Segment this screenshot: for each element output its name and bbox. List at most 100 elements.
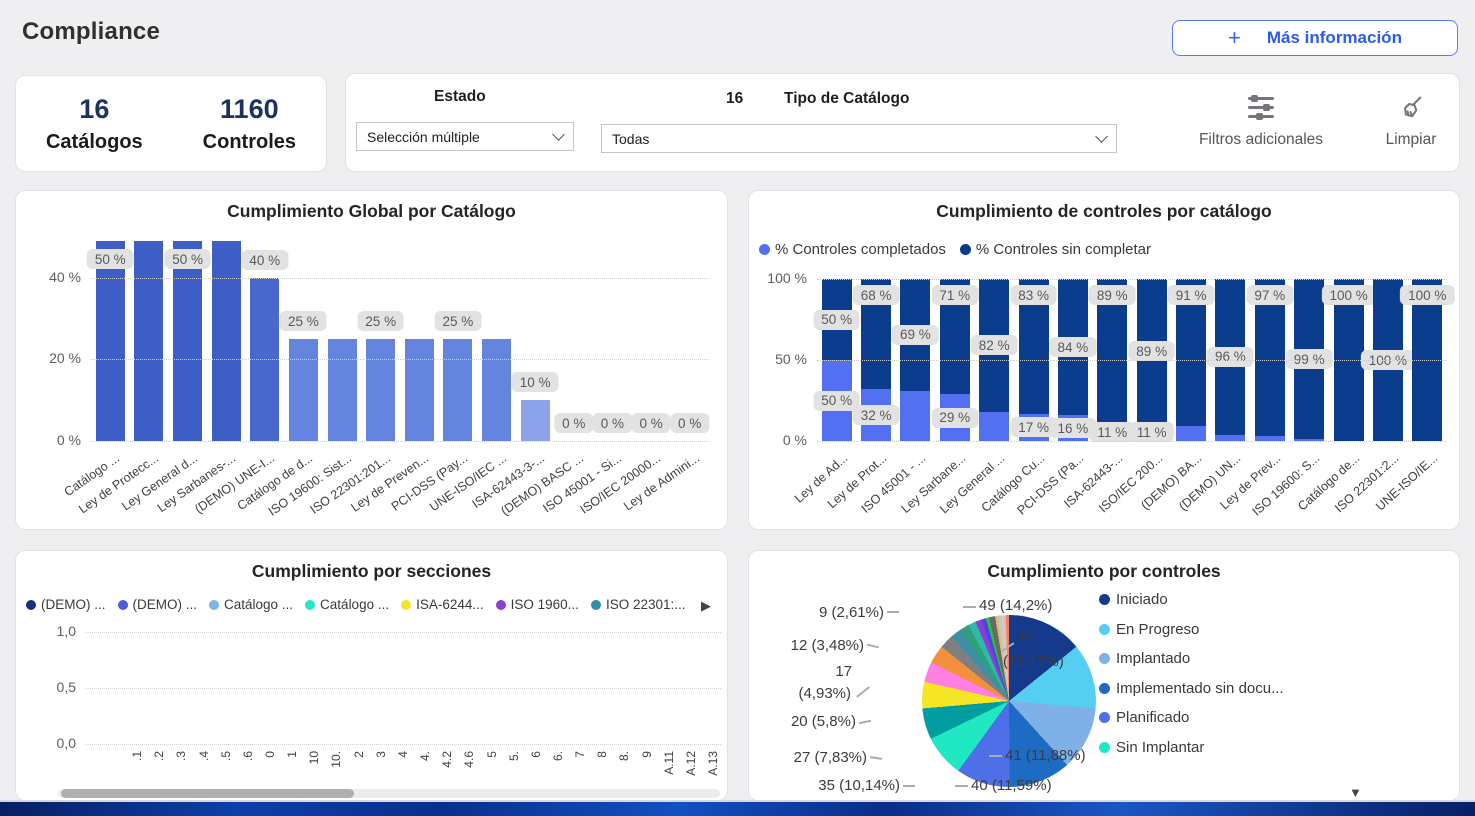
legend-item-5[interactable]: ISO 1960... — [496, 597, 579, 612]
legend-item-1[interactable]: En Progreso — [1099, 621, 1199, 638]
filter-panel: Estado Selección múltiple 16 Tipo de Cat… — [345, 73, 1460, 172]
limpiar-button[interactable]: Limpiar — [1371, 94, 1451, 149]
pie-callout-label: 20 (5,8%) — [766, 713, 856, 730]
legend-item-1[interactable]: % Controles sin completar — [960, 241, 1151, 258]
chart1-gridline — [91, 441, 709, 442]
pie-callout-label: 9 (2,61%) — [774, 604, 884, 621]
filtros-adicionales-button[interactable]: Filtros adicionales — [1186, 94, 1336, 149]
chart1-gridline — [91, 278, 709, 279]
legend-item-1[interactable]: (DEMO) ... — [118, 597, 198, 612]
legend-item-0[interactable]: Iniciado — [1099, 591, 1168, 608]
legend-label: Catálogo ... — [320, 597, 389, 612]
estado-dropdown-value: Selección múltiple — [367, 129, 480, 145]
data-label: 0 % — [593, 413, 632, 433]
more-info-label: Más información — [1267, 28, 1402, 48]
pie-leader-line — [856, 686, 870, 697]
legend-label: ISA-6244... — [416, 597, 484, 612]
kpi-catalogos: 16 Catálogos — [46, 94, 143, 154]
x-tick-label: 4.2 — [440, 751, 454, 768]
legend-label: Implementado sin docu... — [1116, 680, 1284, 697]
pie-callout-label: (4,93%) — [761, 685, 851, 702]
bar-11[interactable] — [521, 400, 550, 441]
x-tick-label: 7 — [573, 751, 587, 758]
legend-item-0[interactable]: % Controles completados — [759, 241, 946, 258]
legend-label: En Progreso — [1116, 621, 1199, 638]
legend-item-3[interactable]: Implementado sin docu... — [1099, 680, 1284, 697]
data-label: 0 % — [554, 413, 593, 433]
data-label-dark: 84 % — [1050, 337, 1097, 357]
legend-item-4[interactable]: ISA-6244... — [401, 597, 484, 612]
bar-8[interactable] — [405, 339, 434, 441]
bar-completados-4[interactable] — [979, 412, 1009, 441]
bar-1[interactable] — [134, 241, 163, 441]
data-label-light: 32 % — [853, 405, 900, 425]
chart3-y-tick: 1,0 — [28, 623, 76, 639]
data-label: 10 % — [512, 372, 559, 392]
chart2-gridline — [817, 360, 1447, 361]
bar-0[interactable] — [96, 241, 125, 441]
pie-leader-line — [887, 611, 899, 613]
legend-dot — [1099, 624, 1110, 635]
bar-5[interactable] — [289, 339, 318, 441]
bar-10[interactable] — [482, 339, 511, 441]
pie-leader-line — [903, 785, 915, 787]
legend-next-icon[interactable]: ▶ — [701, 598, 711, 614]
chart2-y-tick: 0 % — [759, 432, 807, 448]
legend-dot — [26, 600, 36, 610]
x-tick-label: 8. — [617, 751, 631, 761]
legend-scroll-down-icon[interactable]: ▼ — [1349, 785, 1362, 800]
pie-callout-label: 41 (11,88%) — [1005, 747, 1086, 764]
horizontal-scrollbar[interactable] — [58, 789, 720, 798]
legend-dot — [118, 600, 128, 610]
data-label-dark: 100 % — [1321, 285, 1375, 305]
chart1-y-tick: 20 % — [33, 350, 81, 366]
legend-item-0[interactable]: (DEMO) ... — [26, 597, 106, 612]
chart2-x-axis: Ley de Ad...Ley de Prot...ISO 45001 - ..… — [817, 441, 1447, 527]
legend-label: ISO 1960... — [511, 597, 579, 612]
bar-completados-9[interactable] — [1176, 426, 1206, 441]
x-tick-label: 10. — [329, 751, 343, 768]
data-label: 25 % — [280, 311, 327, 331]
chart-por-secciones: Cumplimiento por secciones (DEMO) ...(DE… — [15, 550, 728, 801]
legend-item-6[interactable]: ISO 22301:... — [591, 597, 686, 612]
bar-6[interactable] — [328, 339, 357, 441]
legend-item-2[interactable]: Catálogo ... — [209, 597, 293, 612]
legend-dot — [1099, 712, 1110, 723]
x-tick-label: 0 — [263, 751, 277, 758]
chart1-plot: 50 %50 %40 %25 %25 %25 %10 %0 %0 %0 %0 % — [91, 241, 709, 441]
pie-leader-line — [870, 756, 882, 759]
legend-item-2[interactable]: Implantado — [1099, 650, 1190, 667]
bar-2[interactable] — [173, 241, 202, 441]
x-tick-label: .4 — [197, 751, 211, 761]
more-info-button[interactable]: + Más información — [1172, 20, 1458, 56]
data-label-dark: 89 % — [1128, 341, 1175, 361]
legend-item-5[interactable]: Sin Implantar — [1099, 739, 1204, 756]
x-tick-label: .2 — [152, 751, 166, 761]
data-label-light: 29 % — [931, 408, 978, 428]
pie-callout-label: 42 — [1017, 629, 1034, 646]
horizontal-scrollbar-thumb[interactable] — [61, 789, 354, 798]
estado-dropdown[interactable]: Selección múltiple — [356, 122, 574, 151]
data-label-dark: 89 % — [1089, 285, 1136, 305]
pie-leader-line — [955, 785, 968, 787]
legend-item-3[interactable]: Catálogo ... — [305, 597, 389, 612]
data-label-dark: 100 % — [1400, 285, 1454, 305]
kpi-catalogos-value: 16 — [46, 94, 143, 125]
chart3-gridline — [86, 688, 721, 689]
bar-7[interactable] — [366, 339, 395, 441]
windows-taskbar[interactable] — [0, 802, 1475, 816]
limpiar-label: Limpiar — [1371, 131, 1451, 149]
bar-9[interactable] — [443, 339, 472, 441]
pie-leader-line — [867, 644, 879, 648]
bar-3[interactable] — [212, 241, 241, 441]
broom-icon — [1397, 109, 1425, 126]
x-tick-label: A.12 — [684, 751, 698, 776]
x-tick-label: .6 — [241, 751, 255, 761]
tipo-dropdown[interactable]: Todas — [601, 124, 1117, 153]
kpi-controles: 1160 Controles — [203, 94, 296, 154]
legend-item-4[interactable]: Planificado — [1099, 709, 1189, 726]
bar-completados-2[interactable] — [900, 391, 930, 441]
x-tick-label: 1 — [285, 751, 299, 758]
pie-callout-label: 17 — [762, 663, 852, 680]
data-label-dark: 97 % — [1246, 285, 1293, 305]
